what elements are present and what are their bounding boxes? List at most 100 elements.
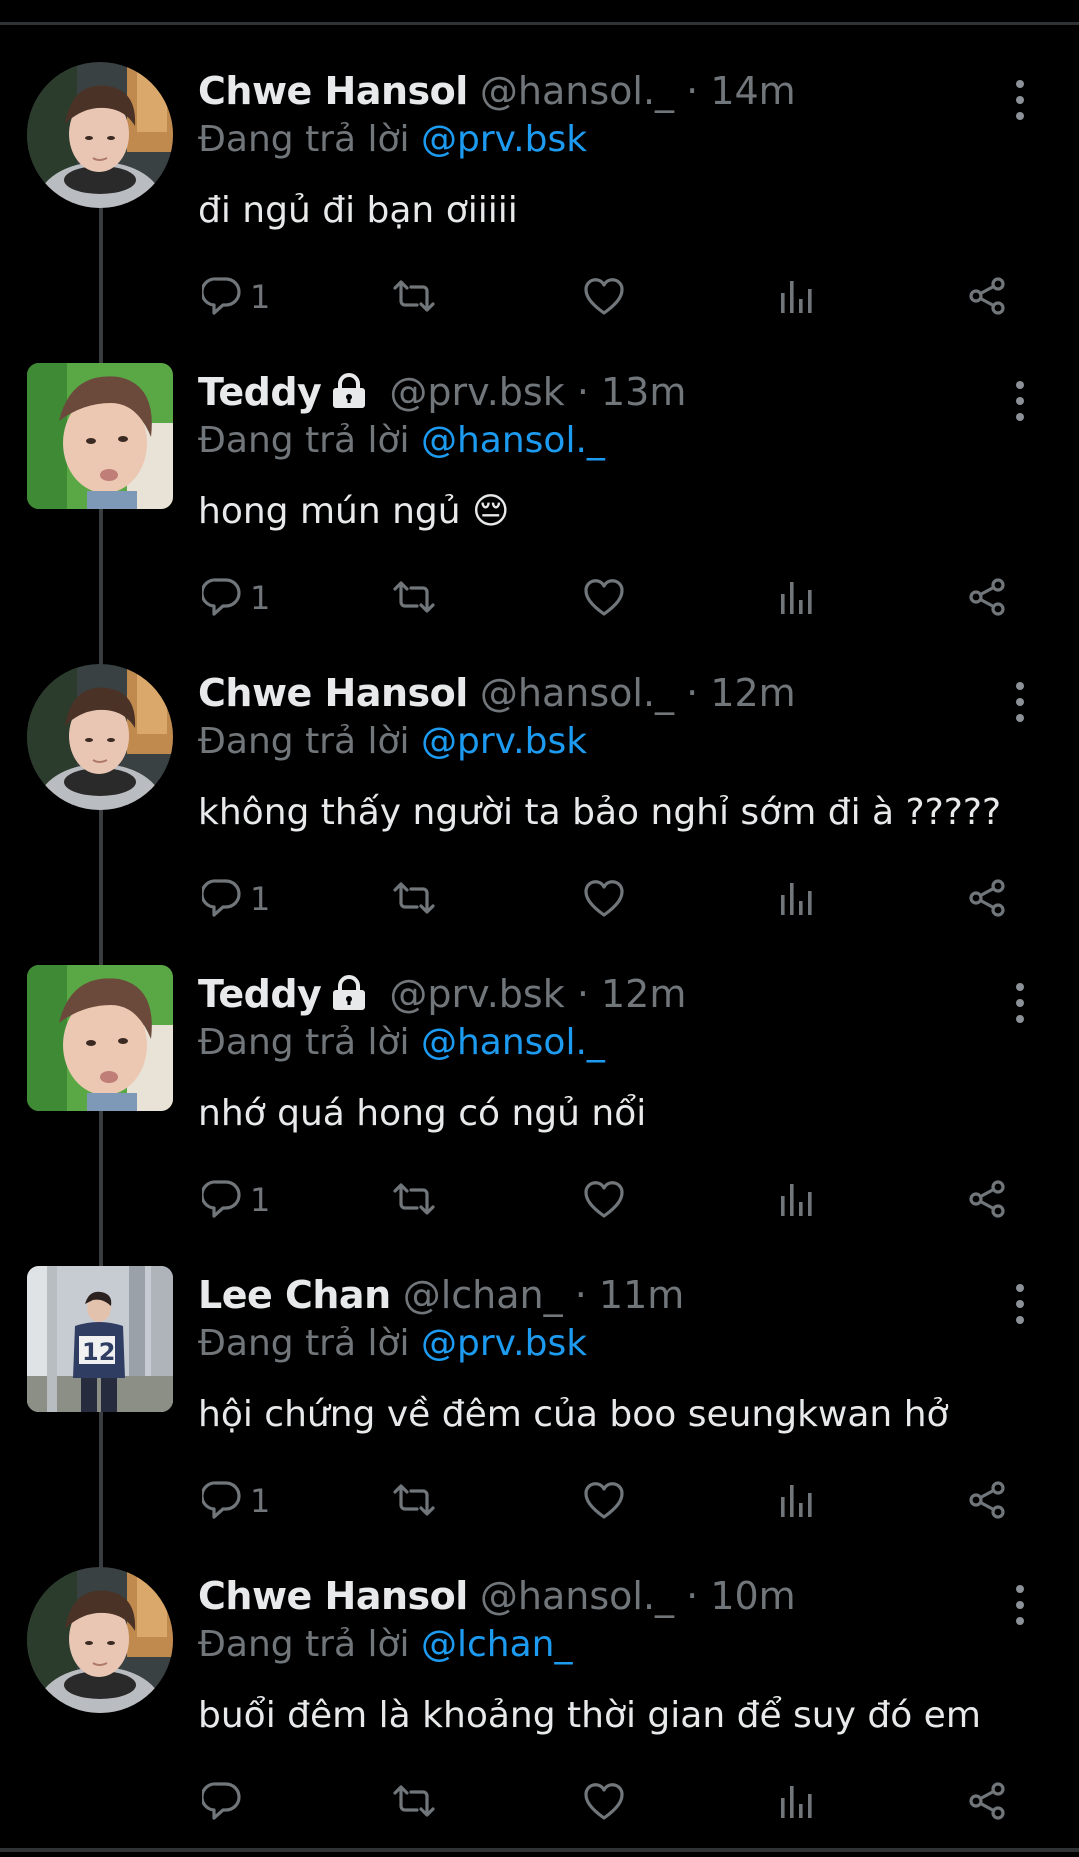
thread-connector [99, 503, 103, 668]
share-button[interactable] [968, 1173, 1008, 1227]
views-button[interactable] [778, 1173, 818, 1227]
mention-link[interactable]: @prv.bsk [421, 119, 587, 160]
replying-to: Đang trả lời @prv.bsk [198, 116, 587, 164]
display-name[interactable]: Lee Chan [198, 1273, 391, 1317]
replying-prefix: Đang trả lời [198, 1323, 410, 1364]
avatar[interactable] [27, 363, 173, 509]
action-bar: 1 [198, 1474, 1028, 1528]
timestamp[interactable]: 12m [601, 972, 686, 1016]
avatar[interactable] [27, 664, 173, 810]
timestamp[interactable]: 12m [710, 671, 795, 715]
views-button[interactable] [778, 1775, 818, 1829]
share-button[interactable] [968, 1474, 1008, 1528]
replying-prefix: Đang trả lời [198, 119, 410, 160]
tweet-header: Chwe Hansol @hansol._ · 14m [198, 66, 959, 116]
tweet[interactable]: Teddy @prv.bsk · 13m Đang trả lời @hanso… [0, 353, 1079, 668]
replying-to: Đang trả lời @hansol._ [198, 417, 605, 465]
avatar[interactable] [27, 965, 173, 1111]
tweet-header: Chwe Hansol @hansol._ · 10m [198, 1571, 959, 1621]
reply-button[interactable]: 1 [202, 270, 270, 324]
timestamp[interactable]: 11m [599, 1273, 684, 1317]
reply-button[interactable]: 1 [202, 1173, 270, 1227]
timestamp[interactable]: 10m [710, 1574, 795, 1618]
share-button[interactable] [968, 571, 1008, 625]
display-name[interactable]: Teddy [198, 972, 322, 1016]
share-button[interactable] [968, 1775, 1008, 1829]
retweet-button[interactable] [392, 1775, 438, 1829]
lock-icon [333, 974, 366, 1010]
tweet[interactable]: Chwe Hansol @hansol._ · 12m Đang trả lời… [0, 654, 1079, 969]
tweet-header: Chwe Hansol @hansol._ · 12m [198, 668, 959, 718]
like-button[interactable] [584, 1173, 626, 1227]
mention-link[interactable]: @hansol._ [421, 420, 605, 461]
display-name[interactable]: Chwe Hansol [198, 671, 468, 715]
retweet-button[interactable] [392, 571, 438, 625]
share-button[interactable] [968, 872, 1008, 926]
views-button[interactable] [778, 1474, 818, 1528]
reply-button[interactable]: 1 [202, 872, 270, 926]
reply-count: 1 [250, 880, 271, 918]
tweet[interactable]: Chwe Hansol @hansol._ · 10m Đang trả lời… [0, 1557, 1079, 1857]
separator: · [686, 1574, 699, 1618]
tweet-header: Lee Chan @lchan_ · 11m [198, 1270, 959, 1320]
mention-link[interactable]: @lchan_ [421, 1624, 573, 1665]
tweet-text: không thấy người ta bảo nghỉ sớm đi à ??… [198, 792, 1002, 833]
user-handle[interactable]: @hansol._ [480, 671, 674, 715]
tweet[interactable]: Teddy @prv.bsk · 12m Đang trả lời @hanso… [0, 955, 1079, 1270]
retweet-button[interactable] [392, 872, 438, 926]
user-handle[interactable]: @hansol._ [480, 1574, 674, 1618]
replying-prefix: Đang trả lời [198, 420, 410, 461]
views-icon [781, 1786, 812, 1818]
more-icon[interactable] [1005, 981, 1035, 1025]
replying-to: Đang trả lời @hansol._ [198, 1019, 605, 1067]
like-button[interactable] [584, 1474, 626, 1528]
share-button[interactable] [968, 270, 1008, 324]
tweet[interactable]: Chwe Hansol @hansol._ · 14m Đang trả lời… [0, 52, 1079, 367]
retweet-button[interactable] [392, 270, 438, 324]
views-button[interactable] [778, 270, 818, 324]
reply-button[interactable]: 1 [202, 1474, 270, 1528]
reply-button[interactable]: 1 [202, 571, 270, 625]
timestamp[interactable]: 13m [601, 370, 686, 414]
mention-link[interactable]: @prv.bsk [421, 1323, 587, 1364]
like-button[interactable] [584, 872, 626, 926]
user-handle[interactable]: @hansol._ [480, 69, 674, 113]
like-button[interactable] [584, 1775, 626, 1829]
thread-connector [99, 1406, 103, 1571]
mention-link[interactable]: @hansol._ [421, 1022, 605, 1063]
display-name[interactable]: Chwe Hansol [198, 1574, 468, 1618]
avatar[interactable] [27, 62, 173, 208]
reply-icon [202, 277, 241, 315]
display-name[interactable]: Chwe Hansol [198, 69, 468, 113]
retweet-button[interactable] [392, 1474, 438, 1528]
tweet-text: hong mún ngủ 😔 [198, 491, 510, 532]
display-name[interactable]: Teddy [198, 370, 322, 414]
replying-prefix: Đang trả lời [198, 721, 410, 762]
separator: · [686, 671, 699, 715]
tweet[interactable]: Lee Chan @lchan_ · 11m Đang trả lời @prv… [0, 1256, 1079, 1571]
like-button[interactable] [584, 270, 626, 324]
more-icon[interactable] [1005, 78, 1035, 122]
user-handle[interactable]: @lchan_ [403, 1273, 563, 1317]
tweet-header: Teddy @prv.bsk · 13m [198, 367, 959, 417]
user-handle[interactable]: @prv.bsk [389, 972, 564, 1016]
views-button[interactable] [778, 571, 818, 625]
more-icon[interactable] [1005, 680, 1035, 724]
avatar[interactable] [27, 1266, 173, 1412]
replying-to: Đang trả lời @prv.bsk [198, 718, 587, 766]
bottom-divider [0, 1848, 1079, 1852]
more-icon[interactable] [1005, 1583, 1035, 1627]
views-icon [781, 281, 812, 313]
avatar[interactable] [27, 1567, 173, 1713]
timestamp[interactable]: 14m [710, 69, 795, 113]
like-button[interactable] [584, 571, 626, 625]
views-button[interactable] [778, 872, 818, 926]
more-icon[interactable] [1005, 379, 1035, 423]
more-icon[interactable] [1005, 1282, 1035, 1326]
mention-link[interactable]: @prv.bsk [421, 721, 587, 762]
retweet-icon [393, 280, 435, 312]
replying-prefix: Đang trả lời [198, 1624, 410, 1665]
reply-button[interactable] [202, 1775, 250, 1829]
user-handle[interactable]: @prv.bsk [389, 370, 564, 414]
retweet-button[interactable] [392, 1173, 438, 1227]
